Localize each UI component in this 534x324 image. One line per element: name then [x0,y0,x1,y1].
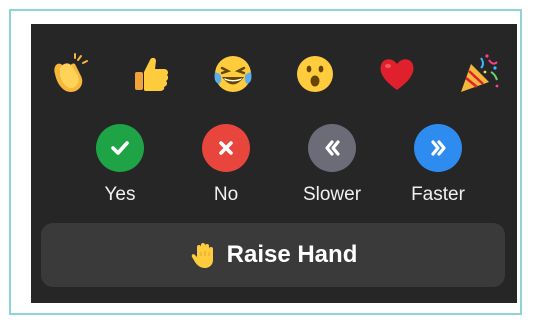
feedback-faster-label: Faster [411,184,465,205]
raise-hand-label: Raise Hand [226,241,358,268]
heart-icon [380,59,414,90]
faster-circle [414,124,462,172]
feedback-slower-label: Slower [302,184,362,205]
reaction-party-button[interactable] [453,48,505,100]
laugh-icon [214,56,252,92]
reactions-panel: Yes No Slower Faster Raise Hand [31,24,517,303]
thumbs-up-icon [135,57,169,91]
reaction-heart-button[interactable] [371,48,423,100]
yes-circle [96,124,144,172]
feedback-no-label: No [213,184,239,205]
reaction-laugh-button[interactable] [207,48,259,100]
party-icon [461,54,499,92]
fast-forward-icon [431,140,446,156]
feedback-yes-label: Yes [104,184,136,205]
surprised-icon [297,56,333,92]
slower-circle [308,124,356,172]
reaction-row [43,48,505,100]
feedback-faster-button[interactable]: Faster [401,124,475,214]
raise-hand-button[interactable]: Raise Hand [41,223,505,287]
x-icon [219,141,233,155]
reaction-clap-button[interactable] [43,48,95,100]
rewind-icon [325,140,340,156]
no-circle [202,124,250,172]
nonverbal-feedback-row: Yes No Slower Faster [83,124,475,214]
raised-hand-icon [191,243,213,268]
feedback-yes-button[interactable]: Yes [83,124,157,214]
reaction-surprised-button[interactable] [289,48,341,100]
feedback-no-button[interactable]: No [189,124,263,214]
feedback-slower-button[interactable]: Slower [295,124,369,214]
check-icon [111,141,129,155]
clap-icon [54,53,88,92]
reaction-thumbs-up-button[interactable] [125,48,177,100]
